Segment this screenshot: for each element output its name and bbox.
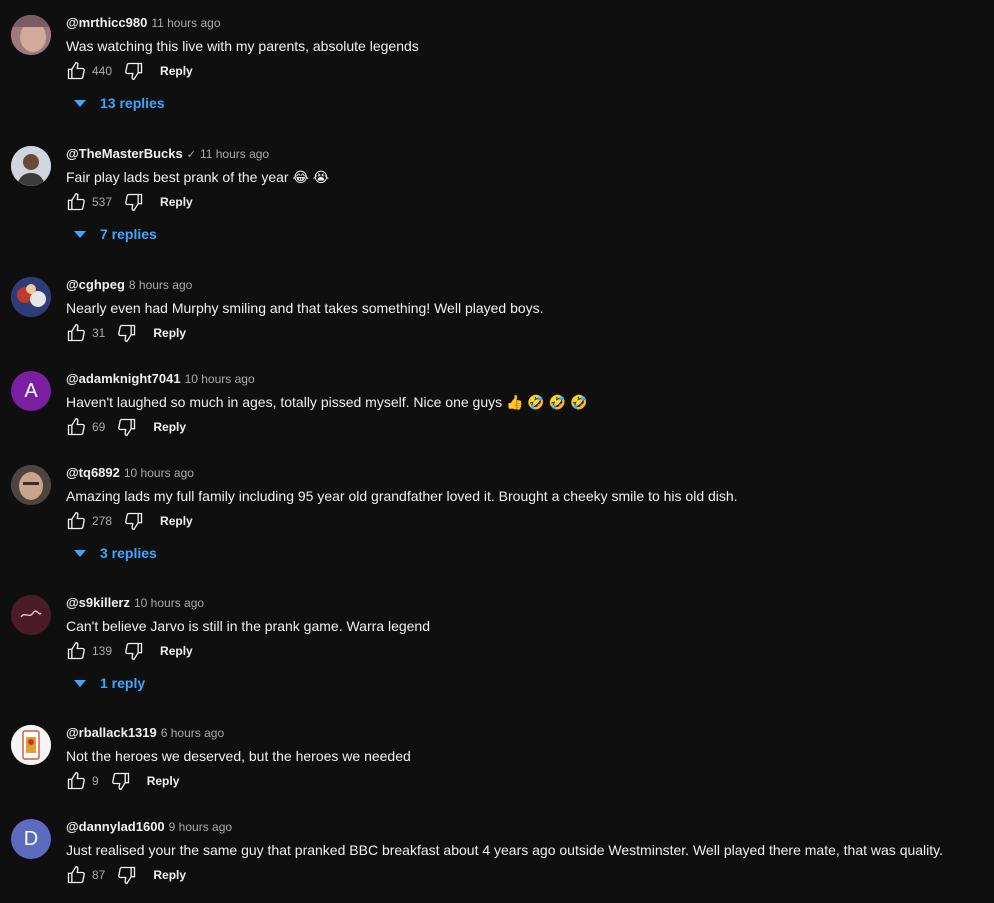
- chevron-down-icon: [74, 99, 86, 107]
- author-name[interactable]: @s9killerz: [66, 595, 130, 610]
- thumbs-up-icon[interactable]: [66, 510, 86, 532]
- thumbs-down-icon[interactable]: [124, 60, 144, 82]
- comment-header: @dannylad1600 9 hours ago: [66, 819, 232, 835]
- timestamp[interactable]: 10 hours ago: [185, 372, 255, 386]
- reply-button[interactable]: Reply: [160, 195, 193, 209]
- comment-actions: 9 Reply: [66, 769, 179, 793]
- verified-check-icon: ✓: [186, 149, 196, 161]
- replies-label: 3 replies: [100, 545, 157, 561]
- like-count: 87: [92, 868, 106, 882]
- comment-header: @adamknight7041 10 hours ago: [66, 371, 255, 387]
- thumbs-up-icon[interactable]: [66, 191, 86, 213]
- like-count: 139: [92, 644, 113, 658]
- avatar[interactable]: [11, 146, 51, 186]
- reply-button[interactable]: Reply: [160, 514, 193, 528]
- comment-actions: 440 Reply: [66, 59, 193, 83]
- comment-text: Was watching this live with my parents, …: [66, 38, 419, 54]
- timestamp[interactable]: 8 hours ago: [129, 278, 192, 292]
- comment-actions: 31 Reply: [66, 321, 186, 345]
- avatar[interactable]: [11, 465, 51, 505]
- replies-label: 7 replies: [100, 226, 157, 242]
- comment-header: @tq6892 10 hours ago: [66, 465, 194, 481]
- timestamp[interactable]: 9 hours ago: [169, 820, 232, 834]
- like-count: 537: [92, 195, 113, 209]
- view-replies-button[interactable]: 1 reply: [70, 671, 145, 695]
- avatar[interactable]: [11, 725, 51, 765]
- comment-header: @rballack1319 6 hours ago: [66, 725, 224, 741]
- timestamp[interactable]: 11 hours ago: [200, 147, 269, 161]
- like-count: 278: [92, 514, 113, 528]
- thumbs-down-icon[interactable]: [124, 191, 144, 213]
- comment-text: Not the heroes we deserved, but the hero…: [66, 748, 411, 764]
- avatar-letter: A: [24, 379, 38, 402]
- comment-actions: 139 Reply: [66, 639, 193, 663]
- like-count: 69: [92, 420, 106, 434]
- avatar[interactable]: A: [11, 371, 51, 411]
- replies-label: 13 replies: [100, 95, 165, 111]
- reply-button[interactable]: Reply: [160, 64, 193, 78]
- comment-header: @TheMasterBucks ✓ 11 hours ago: [66, 146, 269, 162]
- comment-text: Can't believe Jarvo is still in the pran…: [66, 618, 430, 634]
- reply-button[interactable]: Reply: [160, 644, 193, 658]
- thumbs-up-icon[interactable]: [66, 864, 86, 886]
- comment-actions: 69 Reply: [66, 415, 186, 439]
- thumbs-down-icon[interactable]: [124, 510, 144, 532]
- avatar[interactable]: D: [11, 819, 51, 859]
- author-name[interactable]: @rballack1319: [66, 725, 157, 740]
- thumbs-down-icon[interactable]: [124, 640, 144, 662]
- thumbs-up-icon[interactable]: [66, 416, 86, 438]
- comment-text: Amazing lads my full family including 95…: [66, 488, 738, 504]
- comment-header: @s9killerz 10 hours ago: [66, 595, 204, 611]
- comment-actions: 87 Reply: [66, 863, 186, 887]
- comment-text: Nearly even had Murphy smiling and that …: [66, 300, 544, 316]
- view-replies-button[interactable]: 13 replies: [70, 91, 165, 115]
- avatar[interactable]: [11, 15, 51, 55]
- comment-actions: 537 Reply: [66, 190, 193, 214]
- author-name[interactable]: @mrthicc980: [66, 15, 147, 30]
- thumbs-down-icon[interactable]: [117, 416, 137, 438]
- like-count: 440: [92, 64, 113, 78]
- timestamp[interactable]: 10 hours ago: [134, 596, 204, 610]
- comment-text: Just realised your the same guy that pra…: [66, 842, 944, 858]
- chevron-down-icon: [74, 679, 86, 687]
- thumbs-up-icon[interactable]: [66, 640, 86, 662]
- comment-text: Fair play lads best prank of the year 😂 …: [66, 169, 330, 185]
- comment-text: Haven't laughed so much in ages, totally…: [66, 394, 588, 410]
- thumbs-down-icon[interactable]: [111, 770, 131, 792]
- reply-button[interactable]: Reply: [153, 420, 186, 434]
- reply-button[interactable]: Reply: [147, 774, 180, 788]
- comment-actions: 278 Reply: [66, 509, 193, 533]
- like-count: 31: [92, 326, 106, 340]
- reply-button[interactable]: Reply: [153, 326, 186, 340]
- author-name[interactable]: @dannylad1600: [66, 819, 165, 834]
- thumbs-down-icon[interactable]: [117, 322, 137, 344]
- chevron-down-icon: [74, 549, 86, 557]
- thumbs-up-icon[interactable]: [66, 60, 86, 82]
- like-count: 9: [92, 774, 99, 788]
- thumbs-up-icon[interactable]: [66, 322, 86, 344]
- view-replies-button[interactable]: 3 replies: [70, 541, 157, 565]
- thumbs-up-icon[interactable]: [66, 770, 86, 792]
- timestamp[interactable]: 11 hours ago: [151, 16, 220, 30]
- timestamp[interactable]: 10 hours ago: [124, 466, 194, 480]
- author-name[interactable]: @TheMasterBucks: [66, 146, 183, 161]
- view-replies-button[interactable]: 7 replies: [70, 222, 157, 246]
- reply-button[interactable]: Reply: [153, 868, 186, 882]
- author-name[interactable]: @cghpeg: [66, 277, 125, 292]
- chevron-down-icon: [74, 230, 86, 238]
- timestamp[interactable]: 6 hours ago: [161, 726, 224, 740]
- avatar[interactable]: [11, 277, 51, 317]
- replies-label: 1 reply: [100, 675, 146, 691]
- avatar-letter: D: [23, 827, 39, 850]
- author-name[interactable]: @adamknight7041: [66, 371, 181, 386]
- author-name[interactable]: @tq6892: [66, 465, 120, 480]
- thumbs-down-icon[interactable]: [117, 864, 137, 886]
- comment-header: @mrthicc980 11 hours ago: [66, 15, 221, 31]
- avatar[interactable]: [11, 595, 51, 635]
- comment-header: @cghpeg 8 hours ago: [66, 277, 192, 293]
